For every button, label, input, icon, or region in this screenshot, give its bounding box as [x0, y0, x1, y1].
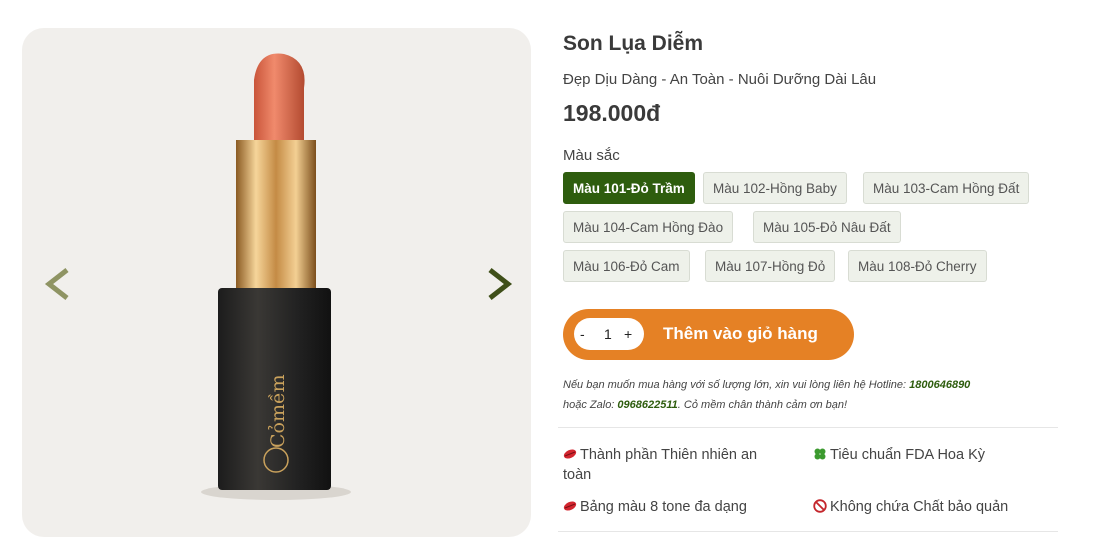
feature-label: Bảng màu 8 tone đa dạng	[580, 499, 747, 515]
bulk-order-note: Nếu bạn muốn mua hàng với số lượng lớn, …	[563, 375, 1053, 415]
product-gallery: Cỏmềm	[22, 28, 531, 537]
feature-item: Không chứa Chất bảo quản	[813, 497, 1008, 517]
quantity-stepper: - 1 +	[574, 318, 644, 350]
feature-item: Tiêu chuẩn FDA Hoa Kỳ	[813, 445, 985, 465]
color-option-104[interactable]: Màu 104-Cam Hồng Đào	[563, 211, 734, 243]
next-image-arrow-icon[interactable]	[478, 264, 518, 304]
color-option-101[interactable]: Màu 101-Đỏ Trầm	[563, 172, 695, 204]
hotline-number[interactable]: 1800646890	[909, 379, 970, 391]
product-subtitle: Đẹp Dịu Dàng - An Toàn - Nuôi Dưỡng Dài …	[563, 71, 877, 88]
color-option-106[interactable]: Màu 106-Đỏ Cam	[563, 250, 690, 282]
color-label: Màu sắc	[563, 147, 620, 164]
quantity-increase-button[interactable]: +	[624, 326, 632, 342]
feature-label: Thành phần Thiên nhiên an toàn	[563, 447, 758, 483]
color-option-107[interactable]: Màu 107-Hồng Đỏ	[705, 250, 836, 282]
color-option-103[interactable]: Màu 103-Cam Hồng Đất	[863, 172, 1030, 204]
product-title: Son Lụa Diễm	[563, 32, 704, 55]
feature-item: Bảng màu 8 tone đa dạng	[563, 497, 747, 517]
quantity-value[interactable]: 1	[604, 326, 612, 342]
color-option-105[interactable]: Màu 105-Đỏ Nâu Đất	[753, 211, 901, 243]
quantity-decrease-button[interactable]: -	[580, 326, 585, 342]
add-to-cart-label: Thêm vào giỏ hàng	[663, 324, 818, 343]
svg-text:Cỏmềm: Cỏmềm	[267, 374, 289, 448]
note-text-2: hoặc Zalo:	[563, 399, 618, 411]
no-entry-icon	[813, 499, 827, 513]
product-image: Cỏmềm	[201, 53, 351, 500]
color-option-108[interactable]: Màu 108-Đỏ Cherry	[848, 250, 987, 282]
feature-item: Thành phần Thiên nhiên an toàn	[563, 445, 783, 485]
feature-label: Không chứa Chất bảo quản	[830, 499, 1009, 515]
feature-label: Tiêu chuẩn FDA Hoa Kỳ	[830, 447, 986, 463]
zalo-number[interactable]: 0968622511	[617, 399, 677, 411]
note-text-3: . Cỏ mềm chân thành cảm ơn bạn!	[677, 399, 848, 411]
note-text-1: Nếu bạn muốn mua hàng với số lượng lớn, …	[563, 379, 910, 391]
feature-list: Thành phần Thiên nhiên an toàn Tiêu chuẩ…	[558, 427, 1058, 532]
add-to-cart-button[interactable]: - 1 + Thêm vào giỏ hàng	[563, 309, 854, 360]
clover-icon	[814, 448, 826, 460]
prev-image-arrow-icon[interactable]	[40, 264, 80, 304]
product-price: 198.000đ	[563, 100, 661, 126]
color-option-102[interactable]: Màu 102-Hồng Baby	[703, 172, 847, 204]
lips-icon	[563, 449, 577, 459]
lips-icon	[563, 501, 577, 511]
